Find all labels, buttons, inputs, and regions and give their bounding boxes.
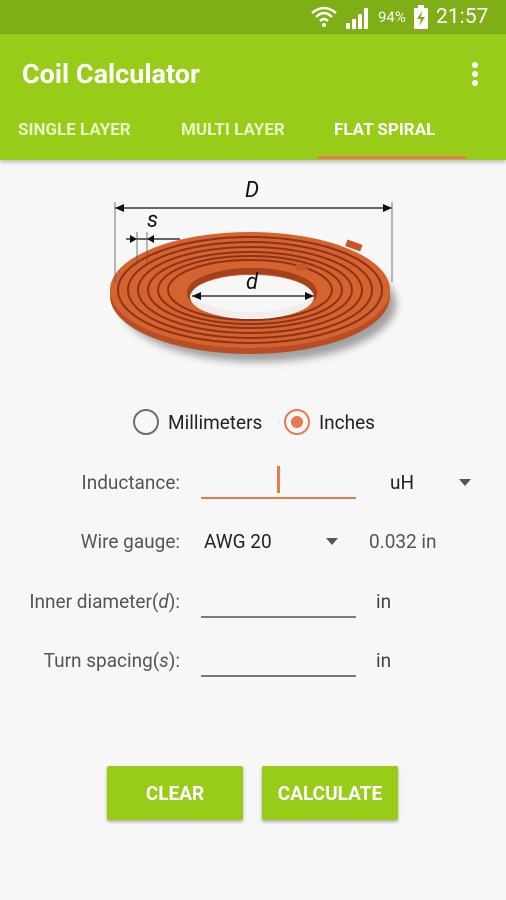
signal-icon bbox=[346, 8, 368, 29]
calculate-button[interactable]: CALCULATE bbox=[262, 766, 398, 820]
radio-millimeters[interactable]: Millimeters bbox=[133, 408, 262, 436]
inner-diameter-label: Inner diameter(d): bbox=[29, 590, 180, 613]
tab-single-layer[interactable]: SINGLE LAYER bbox=[18, 120, 131, 140]
radio-inches[interactable]: Inches bbox=[284, 408, 375, 436]
radio-circle[interactable] bbox=[133, 409, 159, 435]
chevron-down-icon[interactable] bbox=[326, 538, 338, 545]
app-bar: Coil Calculator SINGLE LAYER MULTI LAYER… bbox=[0, 34, 506, 160]
radio-circle[interactable] bbox=[284, 409, 310, 435]
inductance-input[interactable] bbox=[201, 497, 356, 499]
app-title: Coil Calculator bbox=[22, 58, 200, 90]
inner-diameter-label: d bbox=[246, 270, 259, 295]
inner-diameter-input[interactable] bbox=[201, 616, 356, 618]
battery-charging-icon bbox=[414, 5, 428, 29]
turn-spacing-input[interactable] bbox=[201, 675, 356, 677]
status-bar: 94% 21:57 bbox=[0, 0, 506, 34]
clock: 21:57 bbox=[436, 5, 489, 29]
radio-label: Inches bbox=[319, 410, 375, 434]
inductance-unit-select[interactable]: uH bbox=[390, 471, 414, 494]
tab-indicator bbox=[318, 156, 466, 159]
outer-diameter-label: D bbox=[245, 178, 260, 203]
spacing-label: s bbox=[147, 208, 159, 233]
wire-gauge-select[interactable]: AWG 20 bbox=[204, 530, 272, 553]
tab-multi-layer[interactable]: MULTI LAYER bbox=[181, 120, 285, 140]
clear-button[interactable]: CLEAR bbox=[107, 766, 243, 820]
wire-diameter-value: 0.032 in bbox=[369, 530, 437, 553]
inner-diameter-unit: in bbox=[376, 590, 392, 613]
inductance-label: Inductance: bbox=[81, 471, 180, 494]
wifi-icon bbox=[311, 6, 337, 27]
chevron-down-icon[interactable] bbox=[459, 479, 471, 486]
text-cursor bbox=[277, 466, 280, 493]
wire-gauge-label: Wire gauge: bbox=[80, 530, 180, 553]
radio-label: Millimeters bbox=[168, 410, 263, 434]
turn-spacing-label: Turn spacing(s): bbox=[43, 649, 180, 672]
turn-spacing-unit: in bbox=[376, 649, 392, 672]
tab-flat-spiral[interactable]: FLAT SPIRAL bbox=[334, 120, 435, 140]
overflow-menu-icon[interactable] bbox=[464, 60, 486, 90]
battery-percent: 94% bbox=[378, 8, 406, 26]
